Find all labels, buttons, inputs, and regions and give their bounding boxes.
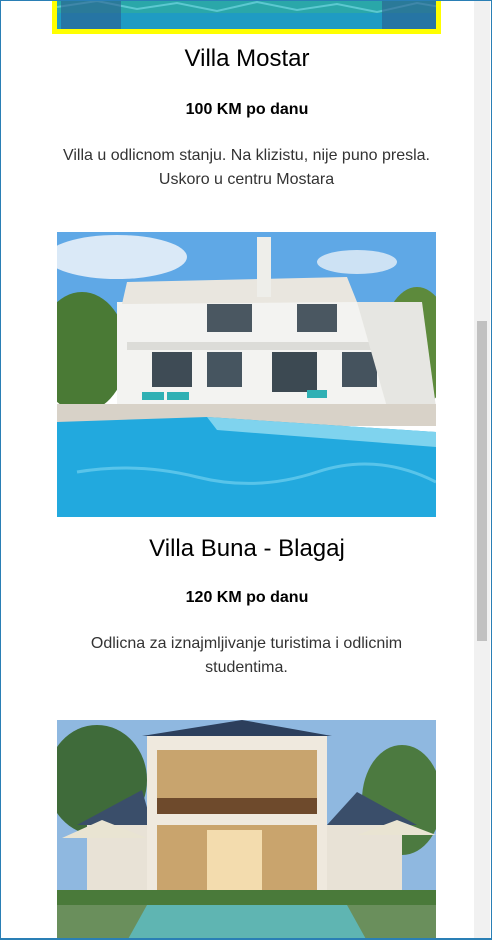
pool-photo-1 — [57, 1, 436, 29]
vertical-scrollbar[interactable] — [474, 1, 490, 939]
listing-description: Villa u odlicnom stanju. Na klizistu, ni… — [62, 147, 430, 188]
listing-title: Villa Mostar — [184, 45, 310, 72]
scrollbar-thumb[interactable] — [477, 321, 487, 641]
villa-photo-2 — [57, 232, 436, 517]
listing-price: 120 KM po danu — [185, 589, 309, 606]
listing-image-villa-3[interactable] — [57, 720, 436, 939]
listing-price: 100 KM po danu — [185, 101, 309, 118]
listing-title: Villa Buna - Blagaj — [149, 535, 345, 562]
listing-description: Odlicna za iznajmljivanje turistima i od… — [90, 635, 403, 676]
listing-image-villa-buna[interactable] — [57, 232, 436, 517]
villa-photo-3 — [57, 720, 436, 939]
listing-image-villa-mostar[interactable] — [52, 1, 441, 34]
browser-viewport: Villa Mostar 100 KM po danu Villa u odli… — [0, 0, 492, 939]
